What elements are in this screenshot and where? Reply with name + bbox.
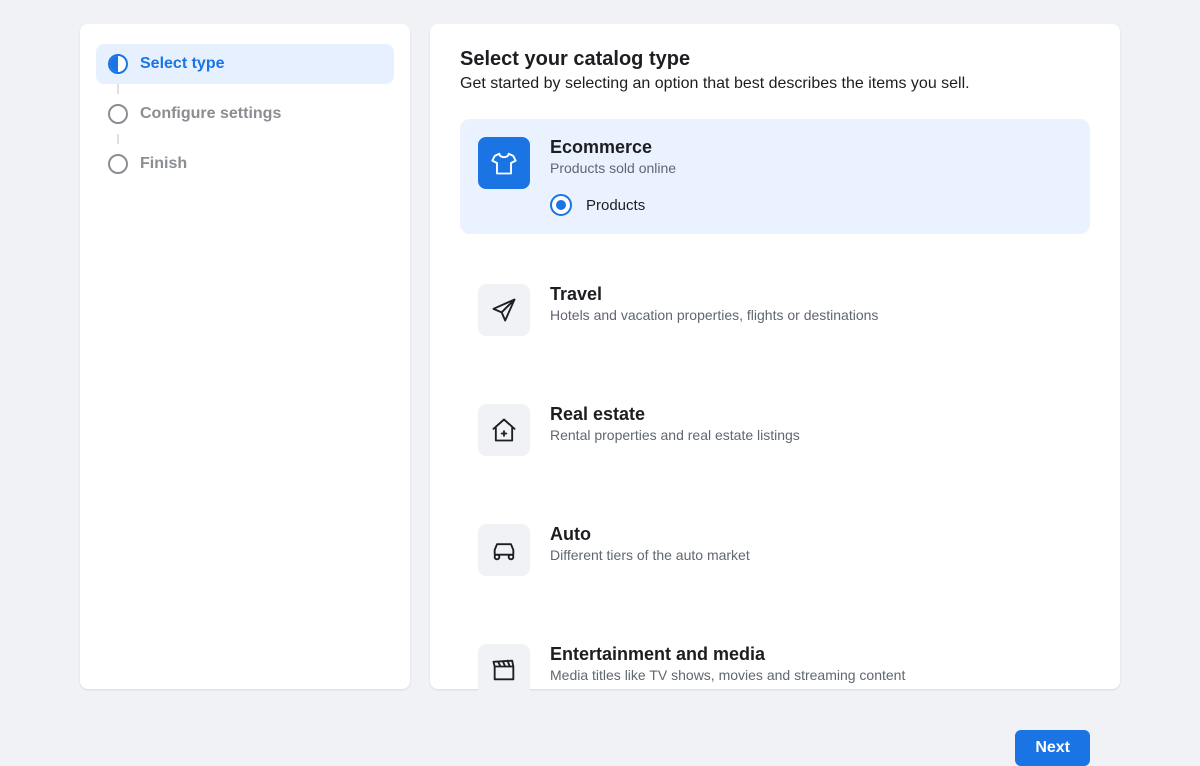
house-icon	[478, 404, 530, 456]
option-desc: Products sold online	[550, 160, 1072, 176]
option-travel[interactable]: Travel Hotels and vacation properties, f…	[460, 266, 1090, 354]
footer: Next	[460, 730, 1090, 766]
option-title: Entertainment and media	[550, 644, 1072, 665]
step-indicator-icon	[108, 54, 128, 74]
next-button[interactable]: Next	[1015, 730, 1090, 766]
clapperboard-icon	[478, 644, 530, 696]
step-connector	[117, 84, 119, 94]
sidebar: Select type Configure settings Finish	[80, 24, 410, 689]
option-real-estate[interactable]: Real estate Rental properties and real e…	[460, 386, 1090, 474]
option-title: Real estate	[550, 404, 1072, 425]
radio-products[interactable]: Products	[550, 194, 1072, 216]
step-indicator-icon	[108, 104, 128, 124]
option-desc: Hotels and vacation properties, flights …	[550, 307, 1072, 323]
radio-label: Products	[586, 197, 645, 214]
step-label: Configure settings	[140, 105, 281, 123]
option-entertainment[interactable]: Entertainment and media Media titles lik…	[460, 626, 1090, 714]
step-select-type[interactable]: Select type	[96, 44, 394, 84]
car-icon	[478, 524, 530, 576]
tshirt-icon	[478, 137, 530, 189]
option-desc: Different tiers of the auto market	[550, 547, 1072, 563]
option-title: Ecommerce	[550, 137, 1072, 158]
option-desc: Media titles like TV shows, movies and s…	[550, 667, 1072, 683]
option-body: Auto Different tiers of the auto market	[550, 524, 1072, 576]
airplane-icon	[478, 284, 530, 336]
step-label: Select type	[140, 55, 224, 73]
page-subtitle: Get started by selecting an option that …	[460, 75, 1090, 93]
option-desc: Rental properties and real estate listin…	[550, 427, 1072, 443]
step-indicator-icon	[108, 154, 128, 174]
page-title: Select your catalog type	[460, 48, 1090, 71]
step-connector	[117, 134, 119, 144]
option-auto[interactable]: Auto Different tiers of the auto market	[460, 506, 1090, 594]
option-body: Entertainment and media Media titles lik…	[550, 644, 1072, 696]
step-finish[interactable]: Finish	[96, 144, 394, 184]
step-configure-settings[interactable]: Configure settings	[96, 94, 394, 134]
option-ecommerce[interactable]: Ecommerce Products sold online Products	[460, 119, 1090, 234]
option-body: Travel Hotels and vacation properties, f…	[550, 284, 1072, 336]
radio-icon	[550, 194, 572, 216]
catalog-options: Ecommerce Products sold online Products …	[460, 119, 1090, 714]
option-title: Travel	[550, 284, 1072, 305]
option-body: Ecommerce Products sold online Products	[550, 137, 1072, 216]
option-body: Real estate Rental properties and real e…	[550, 404, 1072, 456]
step-label: Finish	[140, 155, 187, 173]
main-panel: Select your catalog type Get started by …	[430, 24, 1120, 689]
option-title: Auto	[550, 524, 1072, 545]
